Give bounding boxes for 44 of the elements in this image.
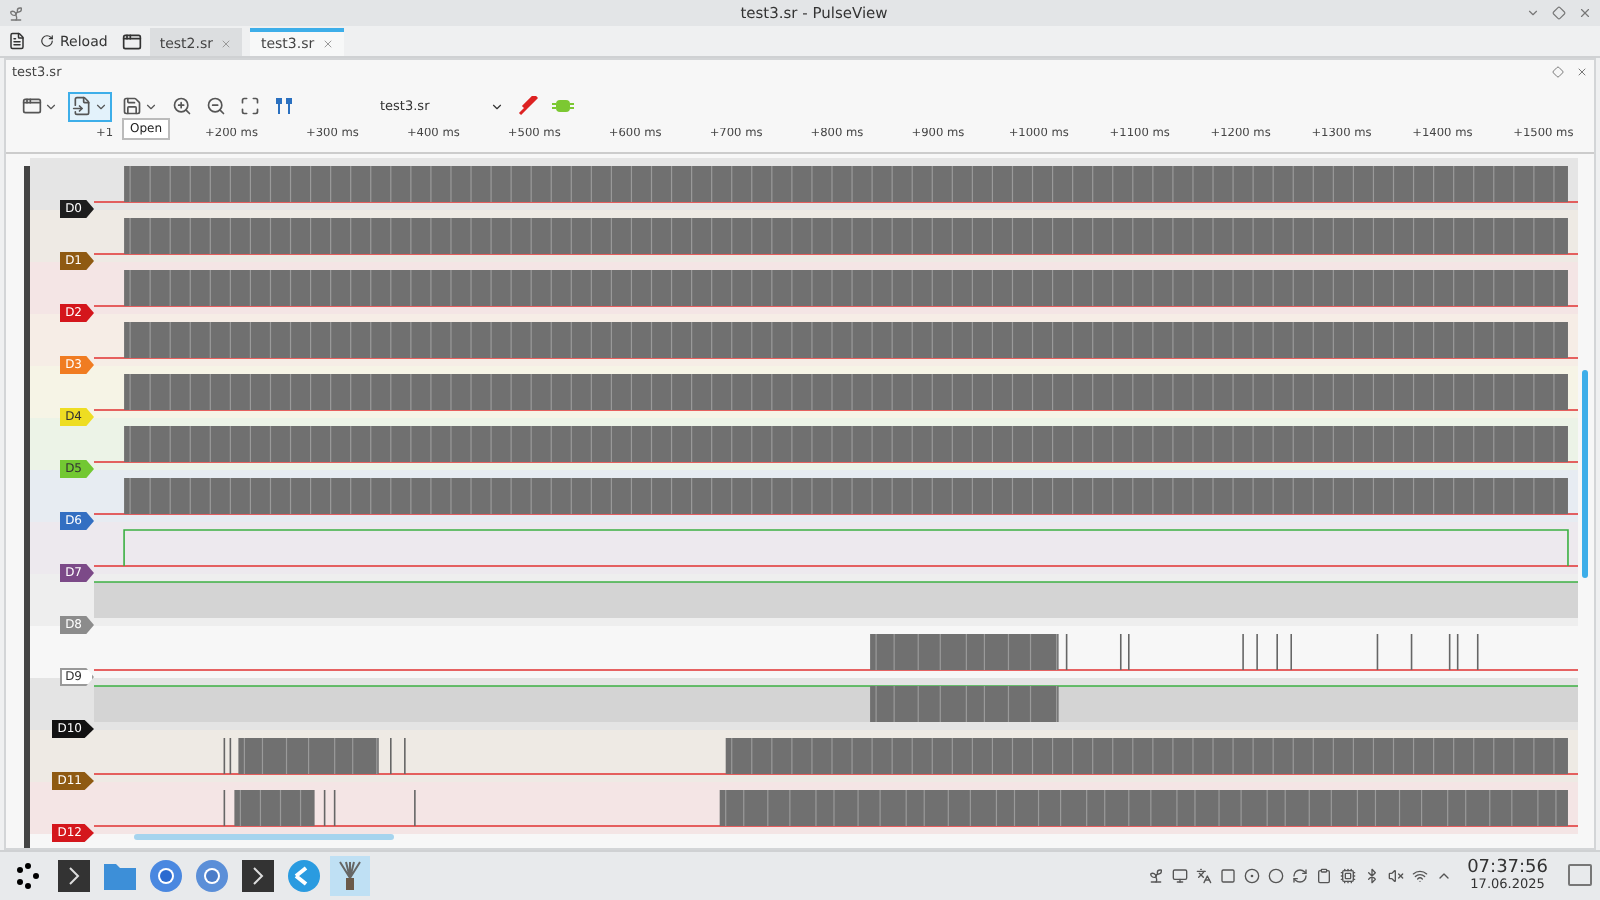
caret-icon (44, 99, 58, 113)
close-icon[interactable] (1578, 6, 1592, 20)
cursor-icon (274, 96, 294, 116)
terminal-icon[interactable] (54, 856, 94, 896)
zoom-in-icon (172, 96, 192, 116)
chip-icon (552, 98, 574, 114)
wifi-icon[interactable] (1411, 867, 1428, 884)
disc-icon[interactable] (1243, 867, 1260, 884)
square-icon[interactable] (1219, 867, 1236, 884)
document-icon (72, 96, 92, 116)
browser-icon[interactable] (192, 856, 232, 896)
scrollbar-thumb[interactable] (1582, 370, 1588, 578)
language-icon[interactable] (1195, 867, 1212, 884)
zoom-out-icon (206, 96, 226, 116)
scrollbar-thumb[interactable] (134, 834, 394, 840)
probe-icon (518, 96, 538, 116)
browser-icon[interactable] (146, 856, 186, 896)
fit-icon (240, 96, 260, 116)
close-icon[interactable] (1576, 66, 1588, 78)
open-button[interactable] (68, 91, 112, 121)
reload-icon (40, 34, 54, 48)
monitor-icon[interactable] (1171, 867, 1188, 884)
float-icon[interactable] (1552, 66, 1564, 78)
new-session-icon[interactable] (8, 32, 26, 50)
minimize-icon[interactable] (1526, 6, 1540, 20)
terminal-icon[interactable] (238, 856, 278, 896)
caret-icon (144, 99, 158, 113)
clipboard-icon[interactable] (1315, 867, 1332, 884)
show-desktop-icon[interactable] (1568, 864, 1592, 887)
save-icon (122, 96, 142, 116)
muted-speaker-icon[interactable] (1387, 867, 1404, 884)
chip-icon[interactable] (1339, 867, 1356, 884)
bluetooth-icon[interactable] (1363, 867, 1380, 884)
app-icon (8, 5, 24, 21)
refresh-icon[interactable] (1291, 867, 1308, 884)
caret-icon (490, 99, 504, 113)
circle-icon[interactable] (1267, 867, 1284, 884)
caret-icon (94, 99, 108, 113)
sprout-icon[interactable] (1147, 867, 1164, 884)
probe-button[interactable] (514, 91, 542, 121)
window-icon[interactable] (121, 31, 142, 51)
window-icon (22, 96, 42, 116)
close-icon[interactable] (322, 37, 335, 49)
maximize-icon[interactable] (1552, 6, 1566, 20)
